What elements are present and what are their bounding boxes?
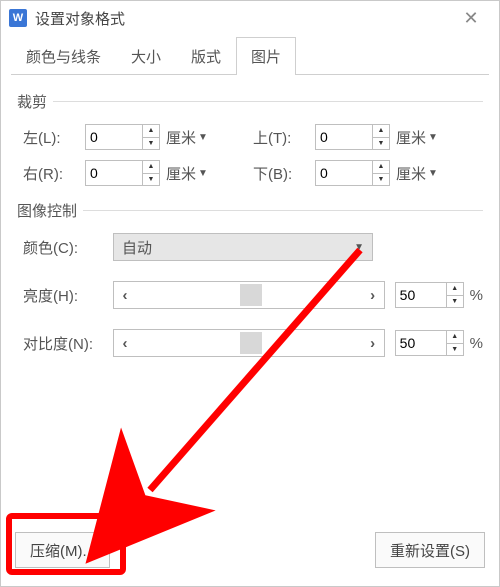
spin-down-icon[interactable]: ▼ bbox=[143, 138, 159, 150]
reset-button[interactable]: 重新设置(S) bbox=[375, 532, 485, 568]
slider-track[interactable] bbox=[136, 330, 362, 356]
spin-up-icon[interactable]: ▲ bbox=[143, 125, 159, 138]
color-dropdown[interactable]: 自动 ▼ bbox=[113, 233, 373, 261]
spin-down-icon[interactable]: ▼ bbox=[373, 174, 389, 186]
brightness-slider[interactable]: ‹ › bbox=[113, 281, 385, 309]
crop-top-spinner[interactable]: ▲▼ bbox=[315, 124, 390, 150]
slider-left-arrow[interactable]: ‹ bbox=[114, 335, 136, 352]
caret-icon: ▼ bbox=[428, 168, 438, 179]
titlebar: W 设置对象格式 ✕ bbox=[1, 1, 499, 35]
crop-top-input[interactable] bbox=[315, 124, 373, 150]
contrast-unit: % bbox=[470, 335, 483, 352]
tab-layout[interactable]: 版式 bbox=[176, 37, 236, 75]
color-dropdown-value: 自动 bbox=[122, 237, 152, 258]
crop-top-unit[interactable]: 厘米▼ bbox=[396, 127, 438, 148]
brightness-label: 亮度(H): bbox=[23, 285, 113, 306]
compress-button[interactable]: 压缩(M)... bbox=[15, 532, 110, 568]
spin-up-icon[interactable]: ▲ bbox=[143, 161, 159, 174]
window-title: 设置对象格式 bbox=[35, 8, 451, 29]
crop-left-label: 左(L): bbox=[23, 127, 85, 148]
crop-right-input[interactable] bbox=[85, 160, 143, 186]
slider-right-arrow[interactable]: › bbox=[362, 335, 384, 352]
dialog-window: W 设置对象格式 ✕ 颜色与线条 大小 版式 图片 裁剪 左(L): ▲▼ 厘米… bbox=[0, 0, 500, 587]
slider-left-arrow[interactable]: ‹ bbox=[114, 287, 136, 304]
contrast-label: 对比度(N): bbox=[23, 333, 113, 354]
divider bbox=[83, 210, 483, 211]
crop-bottom-label: 下(B): bbox=[253, 163, 315, 184]
contrast-slider[interactable]: ‹ › bbox=[113, 329, 385, 357]
caret-icon: ▼ bbox=[198, 132, 208, 143]
caret-icon: ▼ bbox=[354, 242, 364, 253]
spin-down-icon[interactable]: ▼ bbox=[143, 174, 159, 186]
contrast-input[interactable] bbox=[395, 330, 447, 356]
imgctrl-legend: 图像控制 bbox=[17, 200, 77, 221]
divider bbox=[53, 101, 483, 102]
spin-down-icon[interactable]: ▼ bbox=[447, 344, 463, 356]
tab-content-picture: 裁剪 左(L): ▲▼ 厘米▼ 上(T): ▲▼ bbox=[1, 75, 499, 586]
spin-up-icon[interactable]: ▲ bbox=[373, 161, 389, 174]
crop-left-unit[interactable]: 厘米▼ bbox=[166, 127, 208, 148]
spin-down-icon[interactable]: ▼ bbox=[447, 296, 463, 308]
crop-bottom-unit[interactable]: 厘米▼ bbox=[396, 163, 438, 184]
app-icon: W bbox=[9, 9, 27, 27]
slider-thumb[interactable] bbox=[240, 284, 262, 306]
spin-down-icon[interactable]: ▼ bbox=[373, 138, 389, 150]
caret-icon: ▼ bbox=[428, 132, 438, 143]
crop-legend-row: 裁剪 bbox=[17, 91, 483, 112]
tab-picture[interactable]: 图片 bbox=[236, 37, 296, 75]
slider-track[interactable] bbox=[136, 282, 362, 308]
crop-left-input[interactable] bbox=[85, 124, 143, 150]
crop-left-spinner[interactable]: ▲▼ bbox=[85, 124, 160, 150]
crop-top-label: 上(T): bbox=[253, 127, 315, 148]
slider-thumb[interactable] bbox=[240, 332, 262, 354]
spin-up-icon[interactable]: ▲ bbox=[447, 331, 463, 344]
crop-bottom-spinner[interactable]: ▲▼ bbox=[315, 160, 390, 186]
crop-right-label: 右(R): bbox=[23, 163, 85, 184]
imgctrl-grid: 颜色(C): 自动 ▼ 亮度(H): ‹ › ▲▼ % bbox=[17, 233, 483, 357]
crop-right-spinner[interactable]: ▲▼ bbox=[85, 160, 160, 186]
brightness-spinner[interactable]: ▲▼ bbox=[395, 282, 464, 308]
tab-color-line[interactable]: 颜色与线条 bbox=[11, 37, 116, 75]
brightness-input[interactable] bbox=[395, 282, 447, 308]
color-label: 颜色(C): bbox=[23, 237, 113, 258]
footer: 压缩(M)... 重新设置(S) bbox=[1, 522, 499, 586]
brightness-unit: % bbox=[470, 287, 483, 304]
close-button[interactable]: ✕ bbox=[451, 1, 491, 35]
spin-up-icon[interactable]: ▲ bbox=[447, 283, 463, 296]
crop-right-unit[interactable]: 厘米▼ bbox=[166, 163, 208, 184]
imgctrl-legend-row: 图像控制 bbox=[17, 200, 483, 221]
tab-size[interactable]: 大小 bbox=[116, 37, 176, 75]
tab-bar: 颜色与线条 大小 版式 图片 bbox=[11, 37, 489, 75]
crop-legend: 裁剪 bbox=[17, 91, 47, 112]
crop-grid: 左(L): ▲▼ 厘米▼ 上(T): ▲▼ 厘米▼ bbox=[17, 124, 483, 186]
slider-right-arrow[interactable]: › bbox=[362, 287, 384, 304]
spin-up-icon[interactable]: ▲ bbox=[373, 125, 389, 138]
caret-icon: ▼ bbox=[198, 168, 208, 179]
contrast-spinner[interactable]: ▲▼ bbox=[395, 330, 464, 356]
crop-bottom-input[interactable] bbox=[315, 160, 373, 186]
